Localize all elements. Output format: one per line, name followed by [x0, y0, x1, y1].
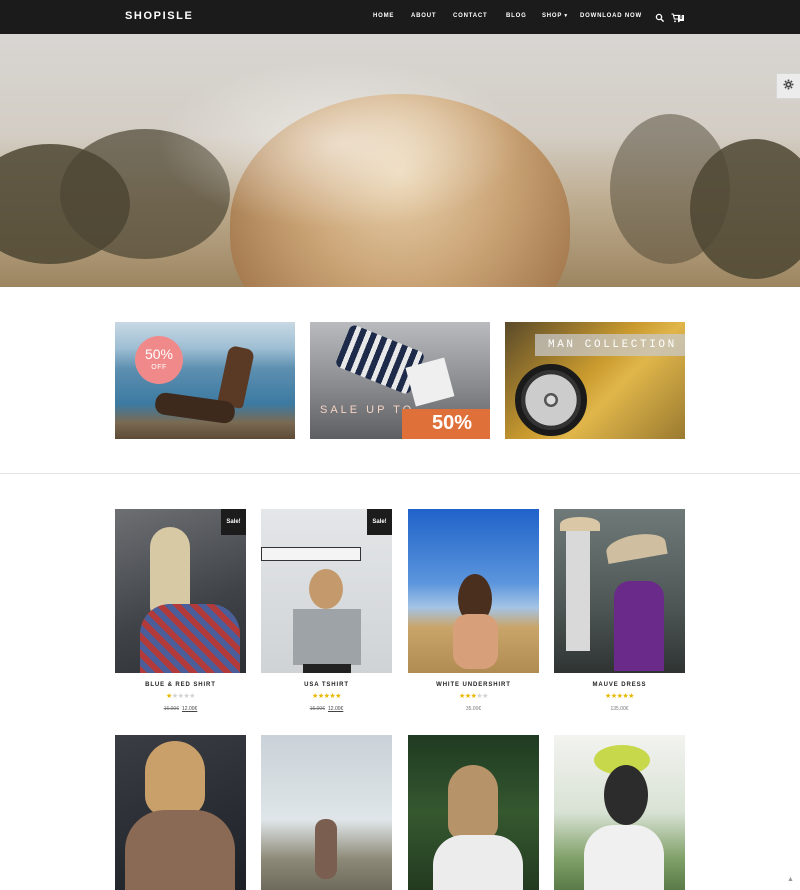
- product-image[interactable]: [408, 509, 539, 673]
- model-shirt: [140, 604, 240, 673]
- model-body: [125, 810, 235, 890]
- discount-badge-value: 50%: [144, 346, 174, 362]
- product-title[interactable]: WHITE UNDERSHIRT: [408, 682, 539, 688]
- nav-contact[interactable]: CONTACT: [453, 13, 487, 19]
- product-rating: ★★★★★: [115, 692, 246, 700]
- model-body: [584, 825, 664, 890]
- old-price: 15.00€: [309, 706, 325, 712]
- magazine-image: [405, 357, 455, 407]
- chevron-down-icon: ▼: [563, 13, 569, 19]
- product-title[interactable]: MAUVE DRESS: [554, 682, 685, 688]
- model-pants: [303, 664, 351, 673]
- boot-image: [217, 344, 255, 410]
- banner-man-collection[interactable]: MAN COLLECTION: [505, 322, 685, 439]
- star-icon: ★: [628, 693, 634, 700]
- product-price: 35.00€: [465, 706, 482, 712]
- cart-count-badge: 0: [678, 15, 684, 21]
- nav-about[interactable]: ABOUT: [411, 13, 436, 19]
- product-image[interactable]: [261, 735, 392, 890]
- model-body: [453, 614, 498, 669]
- model-shirt: [433, 835, 523, 890]
- sale-price: 12.00€: [182, 706, 198, 712]
- discount-badge-label: OFF: [151, 364, 167, 371]
- product-image[interactable]: [554, 735, 685, 890]
- search-icon[interactable]: [655, 10, 667, 23]
- car-wheel-image: [515, 364, 587, 436]
- banner-50-off[interactable]: 50% OFF: [115, 322, 295, 439]
- hat-image: [560, 517, 600, 531]
- nav-download-now[interactable]: DOWNLOAD NOW: [580, 13, 642, 19]
- model-hair: [145, 741, 205, 816]
- gear-icon: [783, 77, 794, 95]
- hat-image: [604, 529, 668, 565]
- product-title[interactable]: USA TSHIRT: [261, 682, 392, 688]
- product-image[interactable]: [408, 735, 539, 890]
- model-figure: [315, 819, 337, 879]
- product-price: 16.00€ 12.00€: [115, 706, 246, 712]
- model-hair: [448, 765, 498, 840]
- hero-light-overlay: [0, 34, 800, 287]
- collection-label: MAN COLLECTION: [548, 339, 677, 351]
- discount-badge: 50% OFF: [135, 336, 183, 384]
- product-rating: ★★★★★: [554, 692, 685, 700]
- product-price: 135.00€: [610, 706, 629, 712]
- model-shirt: [293, 609, 361, 665]
- product-image[interactable]: [115, 735, 246, 890]
- person-background: [566, 531, 590, 651]
- sale-banner-text: SALE UP TO: [320, 404, 415, 416]
- model-hair: [604, 765, 648, 825]
- model-dress: [614, 581, 664, 671]
- nav-shop[interactable]: SHOP▼: [542, 13, 569, 19]
- old-price: 16.00€: [163, 706, 179, 712]
- sale-badge: Sale!: [367, 509, 392, 535]
- model-head: [309, 569, 343, 609]
- star-icon: ★: [335, 693, 341, 700]
- product-price: 15.00€ 12.00€: [261, 706, 392, 712]
- top-navbar: SHOPISLE HOME ABOUT CONTACT BLOG SHOP▼ D…: [0, 0, 800, 34]
- product-image[interactable]: Sale!: [261, 509, 392, 673]
- brand-logo[interactable]: SHOPISLE: [125, 10, 193, 22]
- nav-home[interactable]: HOME: [373, 13, 394, 19]
- section-divider: [0, 473, 800, 474]
- sale-price: 12.00€: [328, 706, 344, 712]
- sale-badge: Sale!: [221, 509, 246, 535]
- star-icon: ★: [189, 693, 195, 700]
- sale-banner-percent: 50%: [432, 412, 473, 434]
- product-image[interactable]: [554, 509, 685, 673]
- product-image[interactable]: Sale!: [115, 509, 246, 673]
- banner-sale-up-to[interactable]: SALE UP TO 50%: [310, 322, 490, 439]
- nav-shop-label: SHOP: [542, 13, 563, 19]
- hero-slider: [0, 34, 800, 287]
- nav-blog[interactable]: BLOG: [506, 13, 527, 19]
- star-icon: ★: [482, 693, 488, 700]
- product-rating: ★★★★★: [408, 692, 539, 700]
- settings-toggle-button[interactable]: [776, 73, 800, 99]
- chevron-up-icon[interactable]: ▲: [787, 876, 794, 883]
- street-sign: [261, 547, 361, 561]
- product-rating: ★★★★★: [261, 692, 392, 700]
- product-title[interactable]: BLUE & RED SHIRT: [115, 682, 246, 688]
